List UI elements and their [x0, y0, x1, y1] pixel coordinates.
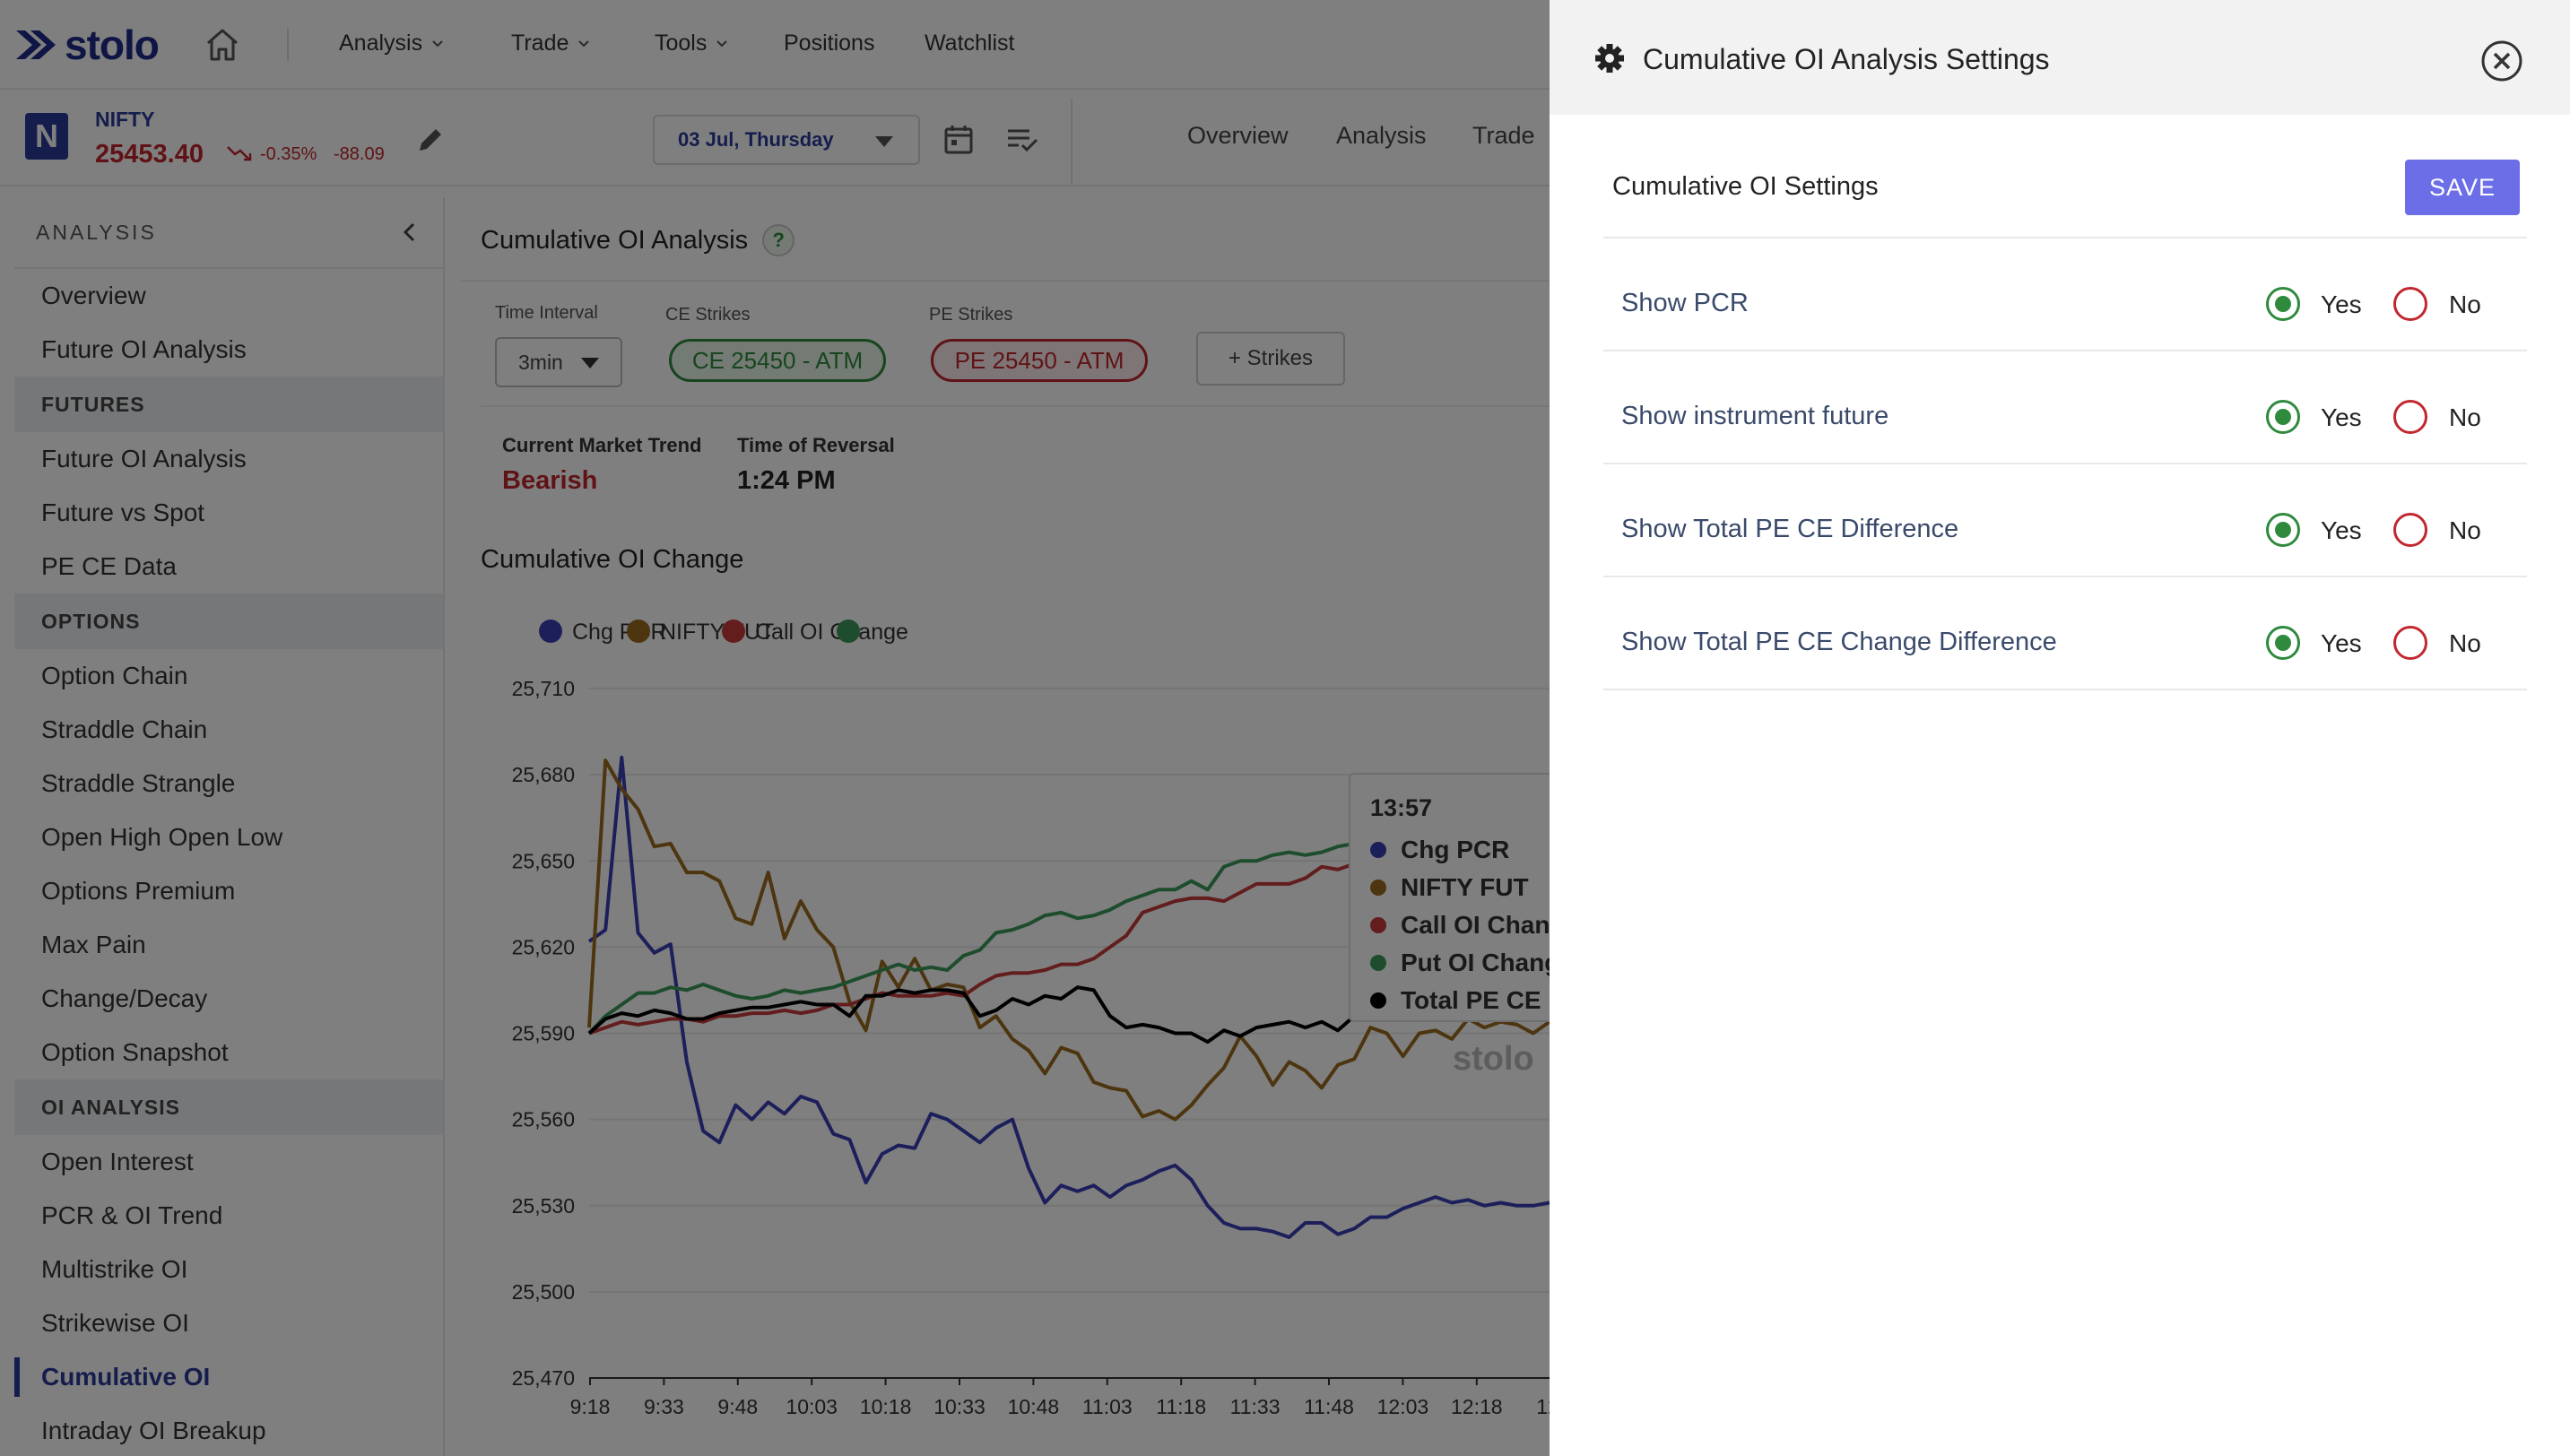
divider [1603, 463, 2527, 464]
setting-label-show-pcr: Show PCR [1621, 289, 1749, 317]
drawer-title: Cumulative OI Analysis Settings [1643, 43, 2050, 75]
radio-yes-label[interactable]: Yes [2321, 290, 2362, 319]
radio-yes-show-total-pe-ce-change-difference[interactable] [2266, 626, 2300, 660]
settings-section-title: Cumulative OI Settings [1612, 172, 1879, 201]
setting-label-show-total-pe-ce-difference: Show Total PE CE Difference [1621, 515, 1959, 543]
radio-yes-label[interactable]: Yes [2321, 403, 2362, 432]
divider [1603, 350, 2527, 351]
radio-yes-label[interactable]: Yes [2321, 629, 2362, 658]
setting-label-show-instrument-future: Show instrument future [1621, 402, 1889, 430]
divider [1603, 689, 2527, 690]
gear-icon [1595, 44, 1624, 73]
modal-backdrop[interactable] [0, 0, 1550, 1456]
radio-no-label[interactable]: No [2449, 516, 2481, 545]
radio-yes-label[interactable]: Yes [2321, 516, 2362, 545]
radio-no-show-instrument-future[interactable] [2393, 400, 2427, 434]
radio-yes-show-instrument-future[interactable] [2266, 400, 2300, 434]
divider [1603, 576, 2527, 577]
radio-yes-show-total-pe-ce-difference[interactable] [2266, 513, 2300, 547]
save-button[interactable]: SAVE [2405, 160, 2520, 215]
radio-yes-show-pcr[interactable] [2266, 287, 2300, 321]
radio-no-label[interactable]: No [2449, 403, 2481, 432]
drawer-header: Cumulative OI Analysis Settings [1550, 0, 2570, 115]
radio-no-show-total-pe-ce-difference[interactable] [2393, 513, 2427, 547]
settings-drawer: Cumulative OI Analysis Settings Cumulati… [1550, 0, 2570, 1456]
close-icon[interactable] [2480, 39, 2523, 82]
setting-label-show-total-pe-ce-change-difference: Show Total PE CE Change Difference [1621, 628, 2057, 656]
radio-no-show-total-pe-ce-change-difference[interactable] [2393, 626, 2427, 660]
divider [1603, 237, 2527, 238]
radio-no-label[interactable]: No [2449, 290, 2481, 319]
radio-no-show-pcr[interactable] [2393, 287, 2427, 321]
radio-no-label[interactable]: No [2449, 629, 2481, 658]
